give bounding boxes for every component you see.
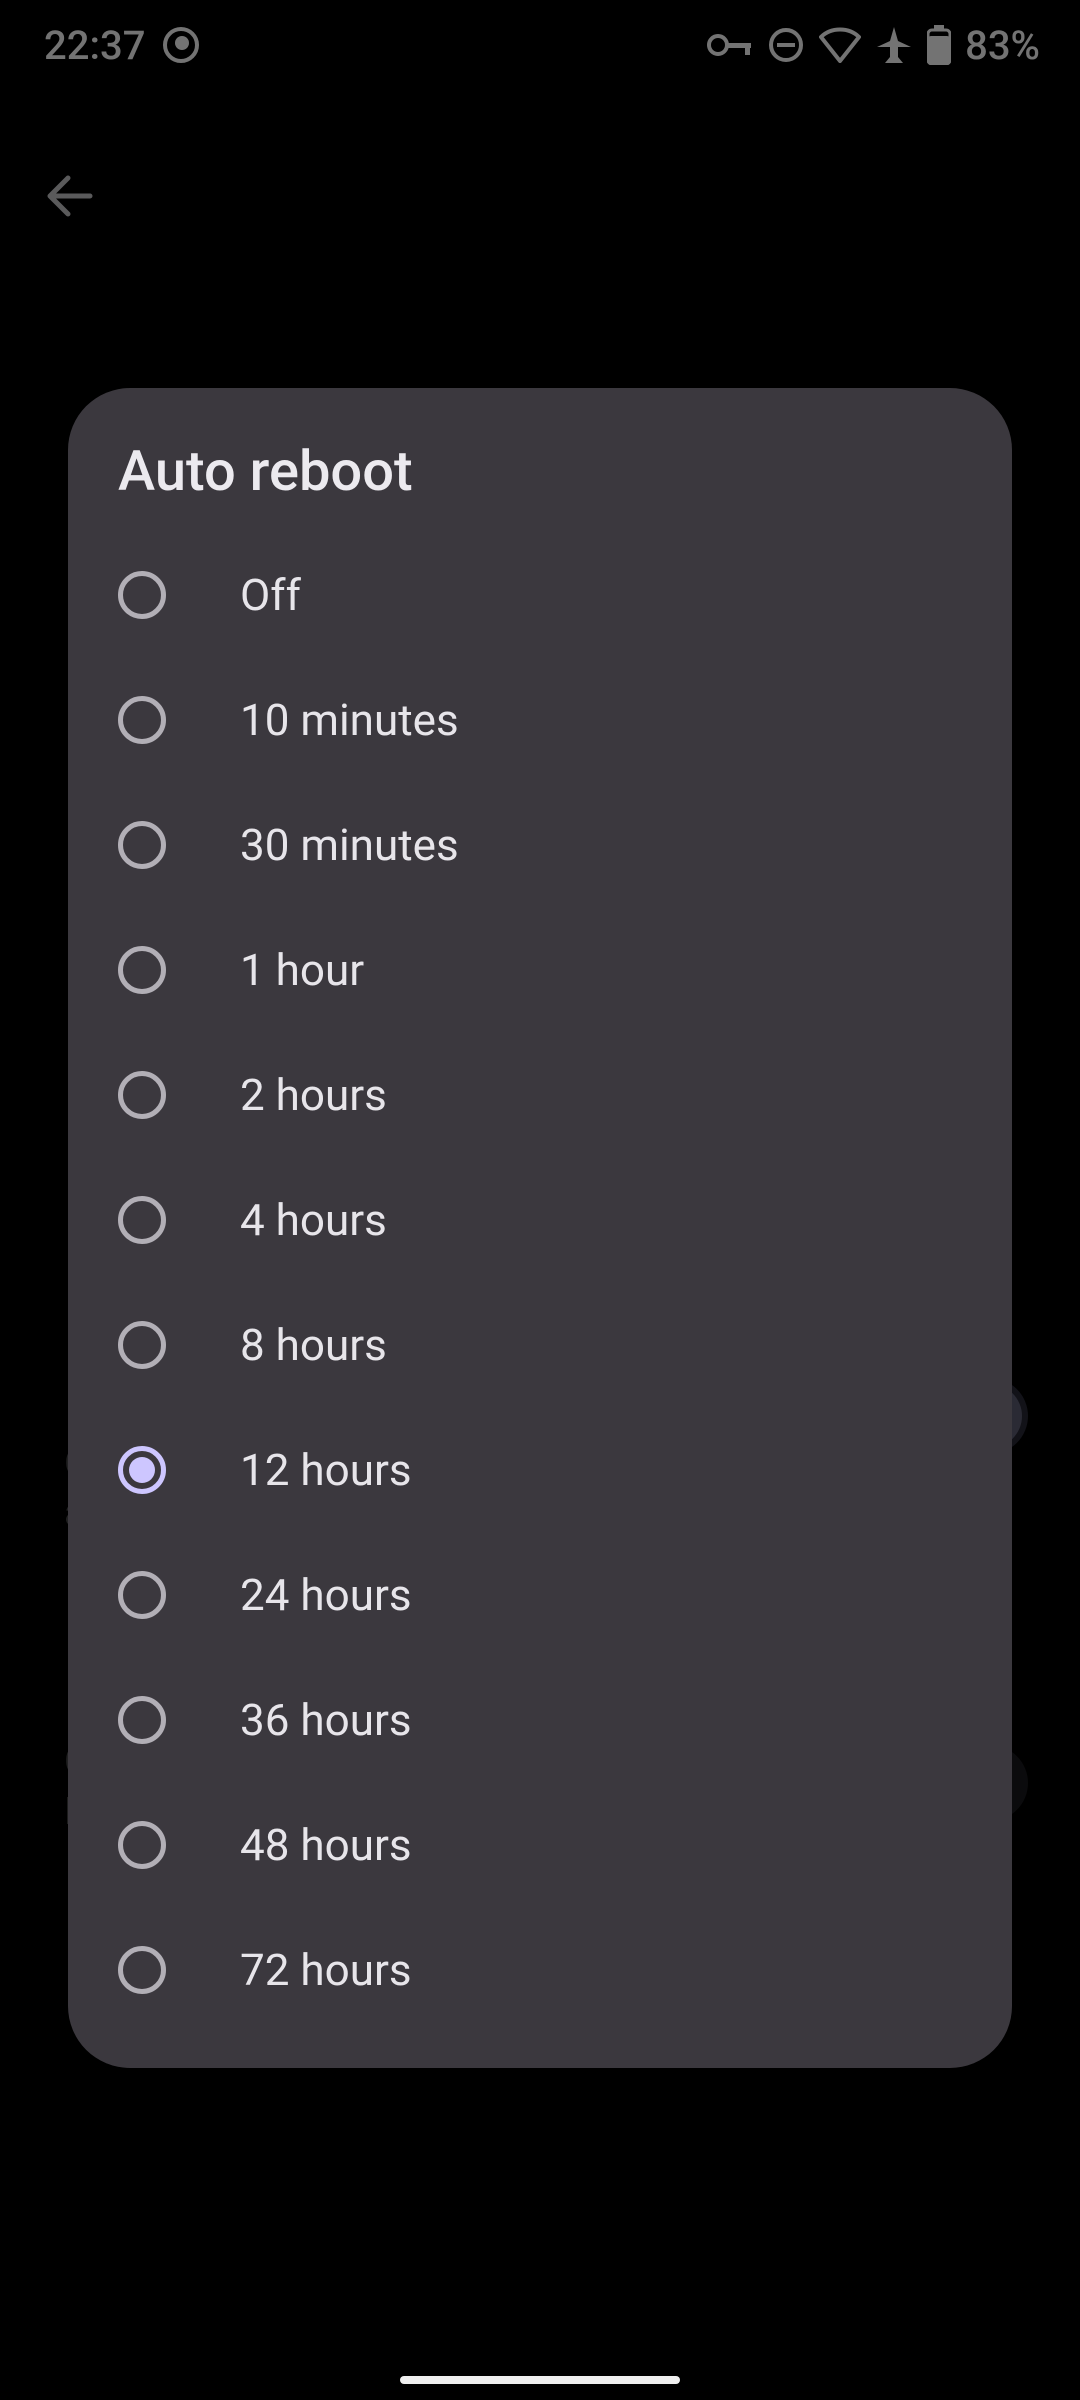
dialog-title: Auto reboot — [68, 438, 1012, 532]
dialog-options-list: Off 10 minutes 30 minutes 1 hour 2 hours 4 ho… — [68, 532, 1012, 2032]
option-label: 72 hours — [240, 1944, 412, 1996]
radio-icon — [118, 1696, 166, 1744]
radio-icon — [118, 696, 166, 744]
option-30-minutes[interactable]: 30 minutes — [68, 782, 1012, 907]
option-label: 30 minutes — [240, 819, 459, 871]
radio-icon — [118, 1321, 166, 1369]
option-label: 2 hours — [240, 1069, 387, 1121]
option-24-hours[interactable]: 24 hours — [68, 1532, 1012, 1657]
option-36-hours[interactable]: 36 hours — [68, 1657, 1012, 1782]
radio-icon — [118, 821, 166, 869]
option-label: 8 hours — [240, 1319, 387, 1371]
option-label: Off — [240, 569, 301, 621]
radio-icon — [118, 1946, 166, 1994]
radio-icon — [118, 1571, 166, 1619]
option-2-hours[interactable]: 2 hours — [68, 1032, 1012, 1157]
radio-icon — [118, 571, 166, 619]
option-label: 4 hours — [240, 1194, 387, 1246]
option-label: 36 hours — [240, 1694, 412, 1746]
option-10-minutes[interactable]: 10 minutes — [68, 657, 1012, 782]
option-label: 10 minutes — [240, 694, 459, 746]
radio-icon — [118, 1196, 166, 1244]
home-indicator[interactable] — [400, 2376, 680, 2384]
option-4-hours[interactable]: 4 hours — [68, 1157, 1012, 1282]
option-label: 48 hours — [240, 1819, 412, 1871]
radio-icon — [118, 1821, 166, 1869]
option-label: 12 hours — [240, 1444, 412, 1496]
auto-reboot-dialog: Auto reboot Off 10 minutes 30 minutes 1 hou… — [68, 388, 1012, 2068]
option-8-hours[interactable]: 8 hours — [68, 1282, 1012, 1407]
radio-icon — [118, 946, 166, 994]
option-72-hours[interactable]: 72 hours — [68, 1907, 1012, 2032]
option-label: 1 hour — [240, 944, 364, 996]
option-off[interactable]: Off — [68, 532, 1012, 657]
option-1-hour[interactable]: 1 hour — [68, 907, 1012, 1032]
option-label: 24 hours — [240, 1569, 412, 1621]
option-48-hours[interactable]: 48 hours — [68, 1782, 1012, 1907]
radio-icon — [118, 1071, 166, 1119]
radio-icon — [118, 1446, 166, 1494]
option-12-hours[interactable]: 12 hours — [68, 1407, 1012, 1532]
